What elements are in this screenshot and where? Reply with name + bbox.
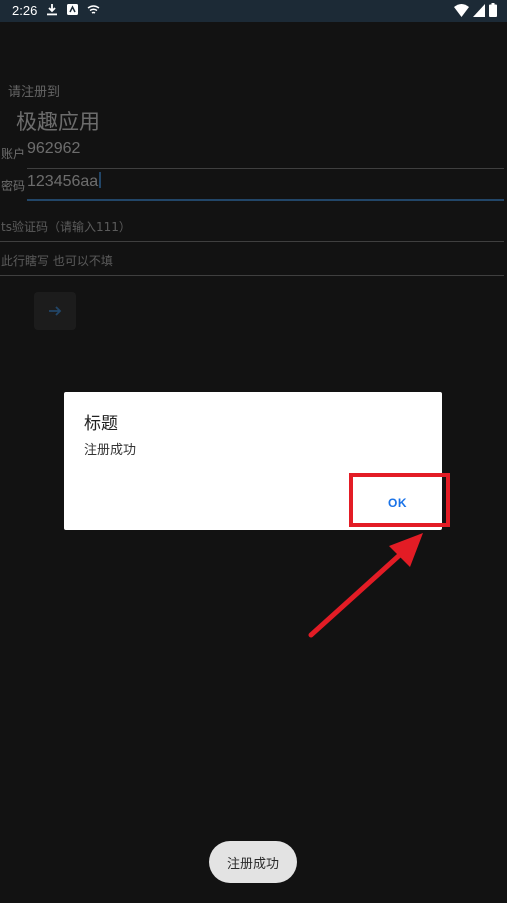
toast-text: 注册成功 bbox=[226, 856, 279, 872]
annotation-arrow-icon bbox=[308, 533, 423, 638]
toast-message: 注册成功 bbox=[209, 841, 297, 883]
